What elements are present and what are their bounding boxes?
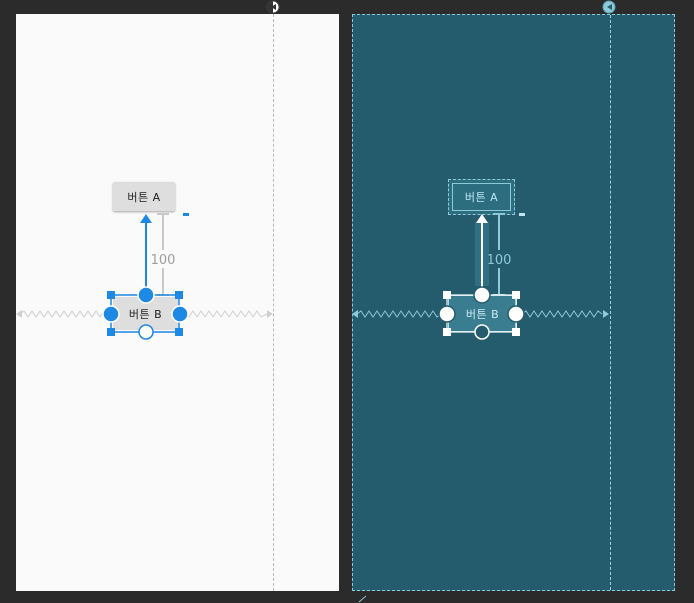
anchor-bottom-icon[interactable] [138, 324, 154, 340]
resize-handle-top-left-blueprint-icon[interactable] [443, 291, 451, 299]
resize-handle-bottom-left-icon[interactable] [107, 328, 115, 336]
resize-handle-bottom-left-blueprint-icon[interactable] [443, 328, 451, 336]
margin-value-label-blueprint[interactable]: 100 [487, 253, 512, 268]
design-canvas[interactable]: 버튼 A 버튼 B [16, 14, 339, 591]
vertical-guideline-blueprint[interactable] [610, 15, 611, 590]
anchor-right-blueprint-icon[interactable] [507, 305, 525, 323]
anchor-top-icon[interactable] [137, 286, 155, 304]
top-constraint-arrow-blueprint[interactable] [475, 214, 489, 287]
anchor-right-icon[interactable] [171, 305, 189, 323]
button-a-blueprint[interactable]: 버튼 A [448, 179, 515, 215]
resize-handle-bottom-right-icon[interactable] [175, 328, 183, 336]
resize-handle-top-right-icon[interactable] [175, 291, 183, 299]
button-b-label: 버튼 B [128, 307, 163, 321]
button-a-blueprint-label: 버튼 A [464, 191, 499, 204]
guideline-handle-icon[interactable] [266, 0, 280, 14]
guideline-handle-blueprint-icon[interactable] [602, 0, 616, 14]
panel-resize-corner-icon[interactable] [358, 595, 367, 603]
resize-handle-bottom-right-blueprint-icon[interactable] [512, 328, 520, 336]
blueprint-canvas[interactable]: 버튼 A 버튼 B [352, 14, 675, 591]
margin-indicator [183, 213, 189, 216]
button-a-design[interactable]: 버튼 A [113, 182, 175, 211]
anchor-left-icon[interactable] [102, 305, 120, 323]
button-a-label: 버튼 A [127, 190, 161, 204]
anchor-top-blueprint-icon[interactable] [473, 286, 491, 304]
resize-handle-top-left-icon[interactable] [107, 291, 115, 299]
margin-value-label[interactable]: 100 [151, 253, 176, 268]
margin-indicator-blueprint [519, 213, 525, 216]
vertical-guideline[interactable] [273, 14, 274, 591]
button-b-blueprint-label: 버튼 B [465, 307, 500, 321]
anchor-left-blueprint-icon[interactable] [438, 305, 456, 323]
anchor-bottom-blueprint-icon[interactable] [474, 324, 490, 340]
resize-handle-top-right-blueprint-icon[interactable] [512, 291, 520, 299]
